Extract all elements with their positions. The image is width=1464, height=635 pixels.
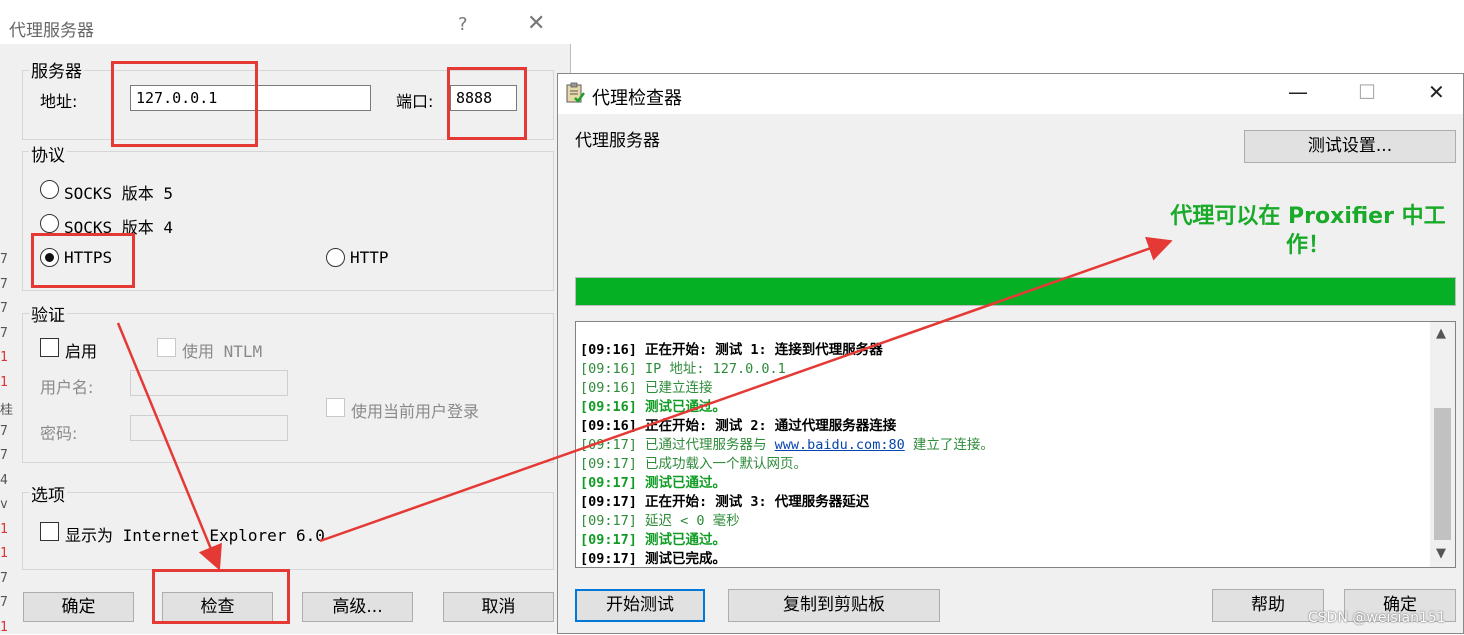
arrow-to-status-message (319, 236, 1173, 543)
annotation-arrows (116, 236, 1173, 571)
arrow-to-check-button (116, 322, 222, 571)
watermark: CSDN @weisian151 (1308, 610, 1446, 626)
